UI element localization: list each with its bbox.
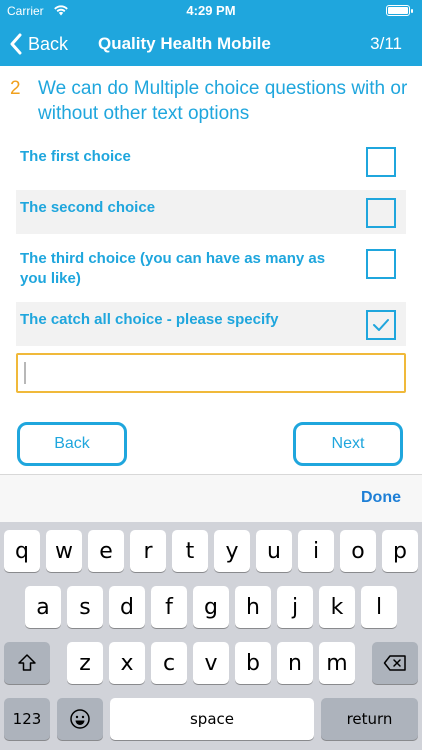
key-p[interactable]: p	[382, 530, 418, 572]
key-b[interactable]: b	[235, 642, 271, 684]
choice-option-4[interactable]: The catch all choice - please specify	[16, 302, 406, 346]
choice-option-1[interactable]: The first choice	[16, 139, 406, 183]
key-k[interactable]: k	[319, 586, 355, 628]
backspace-key[interactable]	[372, 642, 418, 684]
nav-back-button[interactable]: Back	[10, 30, 68, 58]
choice-label: The catch all choice - please specify	[20, 311, 279, 328]
key-j[interactable]: j	[277, 586, 313, 628]
key-g[interactable]: g	[193, 586, 229, 628]
choice-label: The third choice (you can have as many a…	[20, 250, 326, 287]
choice-checkbox[interactable]	[366, 249, 396, 279]
key-e[interactable]: e	[88, 530, 124, 572]
back-button[interactable]: Back	[17, 422, 127, 466]
key-x[interactable]: x	[109, 642, 145, 684]
battery-icon	[386, 5, 413, 16]
key-w[interactable]: w	[46, 530, 82, 572]
next-button[interactable]: Next	[293, 422, 403, 466]
question-text: We can do Multiple choice questions with…	[38, 78, 408, 124]
key-f[interactable]: f	[151, 586, 187, 628]
key-n[interactable]: n	[277, 642, 313, 684]
key-t[interactable]: t	[172, 530, 208, 572]
key-u[interactable]: u	[256, 530, 292, 572]
choice-option-3[interactable]: The third choice (you can have as many a…	[16, 241, 406, 297]
return-key[interactable]: return	[321, 698, 418, 740]
shift-key[interactable]	[4, 642, 50, 684]
key-c[interactable]: c	[151, 642, 187, 684]
space-key[interactable]: space	[110, 698, 314, 740]
choice-checkbox[interactable]	[366, 198, 396, 228]
keyboard: q w e r t y u i o p a s d f g h j k l z …	[0, 522, 422, 750]
shift-icon	[18, 654, 36, 671]
checkmark-icon	[373, 319, 389, 331]
done-button[interactable]: Done	[361, 489, 401, 507]
status-time: 4:29 PM	[186, 3, 236, 18]
key-m[interactable]: m	[319, 642, 355, 684]
key-q[interactable]: q	[4, 530, 40, 572]
key-s[interactable]: s	[67, 586, 103, 628]
key-o[interactable]: o	[340, 530, 376, 572]
chevron-left-icon	[10, 33, 22, 55]
key-l[interactable]: l	[361, 586, 397, 628]
key-y[interactable]: y	[214, 530, 250, 572]
question-heading: 2 We can do Multiple choice questions wi…	[10, 76, 410, 126]
other-specify-input[interactable]	[16, 353, 406, 393]
choice-label: The second choice	[20, 199, 156, 216]
backspace-icon	[383, 655, 406, 671]
emoji-key[interactable]	[57, 698, 103, 740]
question-number: 2	[10, 78, 21, 99]
choice-label: The first choice	[20, 148, 131, 165]
status-bar: Carrier 4:29 PM	[0, 0, 422, 22]
app-header: Carrier 4:29 PM Back Quality Health Mobi…	[0, 0, 422, 66]
numbers-key[interactable]: 123	[4, 698, 50, 740]
text-cursor	[24, 362, 26, 384]
emoji-icon	[70, 709, 90, 729]
key-r[interactable]: r	[130, 530, 166, 572]
choice-checkbox-checked[interactable]	[366, 310, 396, 340]
question-progress: 3/11	[370, 34, 402, 53]
key-h[interactable]: h	[235, 586, 271, 628]
key-d[interactable]: d	[109, 586, 145, 628]
key-v[interactable]: v	[193, 642, 229, 684]
key-i[interactable]: i	[298, 530, 334, 572]
choice-option-2[interactable]: The second choice	[16, 190, 406, 234]
keyboard-accessory-bar: Done	[0, 474, 422, 522]
choice-checkbox[interactable]	[366, 147, 396, 177]
key-z[interactable]: z	[67, 642, 103, 684]
key-a[interactable]: a	[25, 586, 61, 628]
nav-back-label: Back	[28, 33, 69, 54]
nav-title: Quality Health Mobile	[98, 34, 271, 53]
